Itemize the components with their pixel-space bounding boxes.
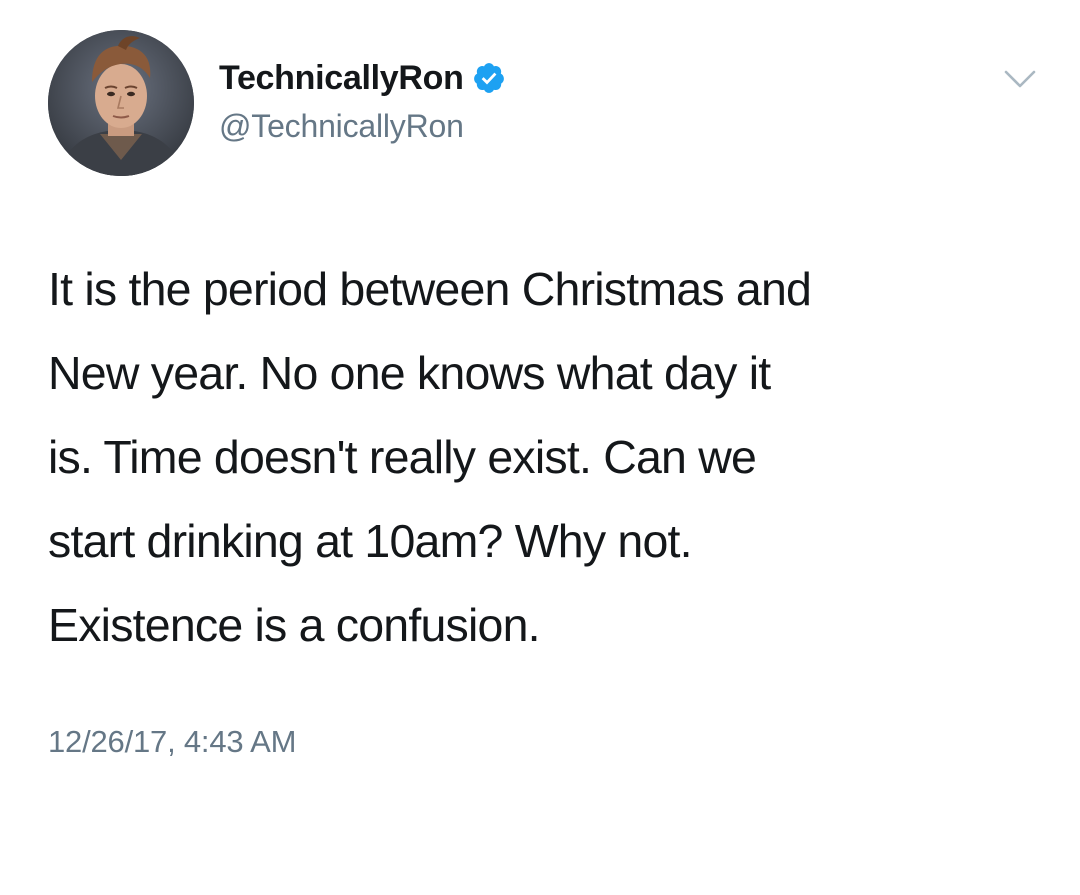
display-name[interactable]: TechnicallyRon [219,59,464,98]
tweet-text: It is the period between Christmas and N… [48,247,1058,667]
tweet-card: TechnicallyRon @TechnicallyRon It is the… [0,0,1080,895]
tweet-text-line: Existence is a confusion. [48,599,541,651]
tweet-text-line: New year. No one knows what day it [48,347,771,399]
chevron-down-icon[interactable] [1000,66,1040,92]
author-name-row[interactable]: TechnicallyRon [219,58,506,98]
avatar-portrait-icon [48,30,194,176]
tweet-text-line: start drinking at 10am? Why not. [48,515,693,567]
tweet-text-line: is. Time doesn't really exist. Can we [48,431,757,483]
tweet-text-line: It is the period between Christmas and [48,263,812,315]
tweet-timestamp[interactable]: 12/26/17, 4:43 AM [48,724,296,760]
author-handle[interactable]: @TechnicallyRon [219,108,464,145]
avatar[interactable] [48,30,194,176]
verified-badge-icon [473,63,504,93]
